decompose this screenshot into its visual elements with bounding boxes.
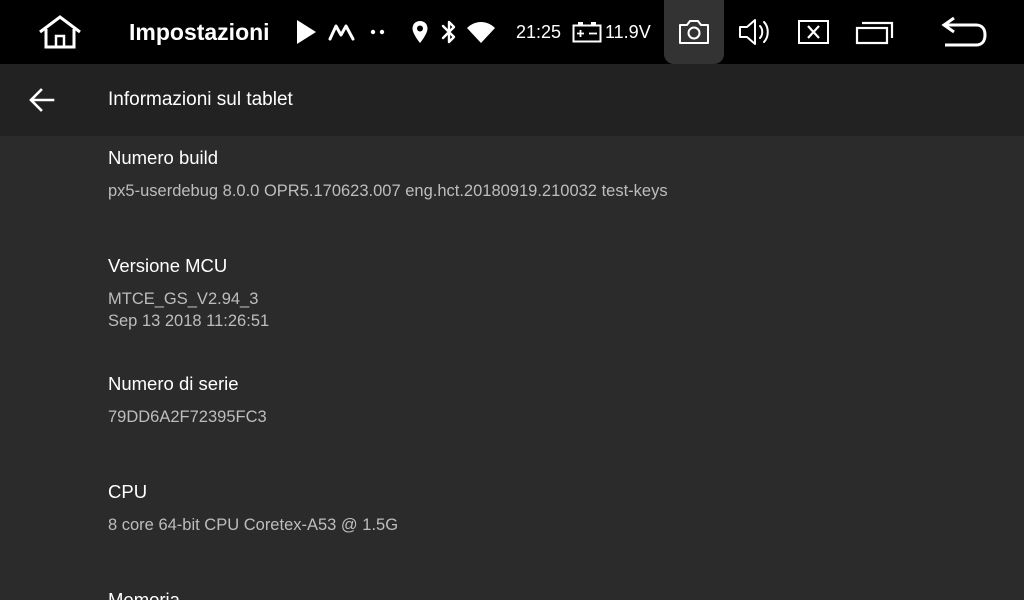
close-app-icon[interactable] bbox=[797, 18, 831, 46]
page-title: Informazioni sul tablet bbox=[108, 89, 293, 110]
back-arrow-icon[interactable] bbox=[28, 86, 56, 114]
camera-icon[interactable] bbox=[677, 18, 711, 46]
pref-title: CPU bbox=[108, 481, 148, 502]
pref-cpu[interactable]: CPU 8 core 64-bit CPU Coretex-A53 @ 1.5G bbox=[108, 480, 988, 536]
app-title: Impostazioni bbox=[129, 19, 270, 45]
play-icon bbox=[294, 18, 318, 46]
pref-title: Numero build bbox=[108, 147, 219, 168]
pref-mcu-version[interactable]: Versione MCU MTCE_GS_V2.94_3 Sep 13 2018… bbox=[108, 254, 988, 332]
preference-list: Numero build px5-userdebug 8.0.0 OPR5.17… bbox=[0, 136, 1024, 600]
pref-title: Numero di serie bbox=[108, 373, 239, 394]
pref-summary-line: MTCE_GS_V2.94_3 bbox=[108, 290, 259, 308]
status-bar: Impostazioni 21:25 11.9V bbox=[0, 0, 1024, 64]
bluetooth-icon bbox=[440, 18, 458, 46]
pref-title: Versione MCU bbox=[108, 255, 228, 276]
maps-icon bbox=[328, 22, 356, 42]
pref-title: Memoria bbox=[108, 589, 180, 600]
pref-summary-line: Sep 13 2018 11:26:51 bbox=[108, 312, 270, 330]
pref-summary: px5-userdebug 8.0.0 OPR5.170623.007 eng.… bbox=[108, 182, 668, 200]
pref-summary: 8 core 64-bit CPU Coretex-A53 @ 1.5G bbox=[108, 516, 399, 534]
back-icon[interactable] bbox=[940, 14, 988, 50]
more-dots-icon bbox=[368, 26, 388, 38]
home-icon[interactable] bbox=[36, 14, 84, 50]
wifi-icon bbox=[466, 20, 496, 44]
pref-summary: 79DD6A2F72395FC3 bbox=[108, 408, 267, 426]
clock: 21:25 bbox=[516, 22, 562, 42]
volume-icon[interactable] bbox=[737, 16, 773, 48]
pref-serial-number[interactable]: Numero di serie 79DD6A2F72395FC3 bbox=[108, 372, 988, 428]
pref-memory[interactable]: Memoria bbox=[108, 588, 988, 600]
voltage-readout: 11.9V bbox=[605, 22, 651, 42]
pref-build-number[interactable]: Numero build px5-userdebug 8.0.0 OPR5.17… bbox=[108, 146, 988, 202]
battery-icon bbox=[572, 21, 602, 43]
recent-apps-icon[interactable] bbox=[855, 18, 895, 46]
location-icon bbox=[411, 20, 429, 44]
pref-summary: MTCE_GS_V2.94_3 Sep 13 2018 11:26:51 bbox=[108, 288, 988, 332]
